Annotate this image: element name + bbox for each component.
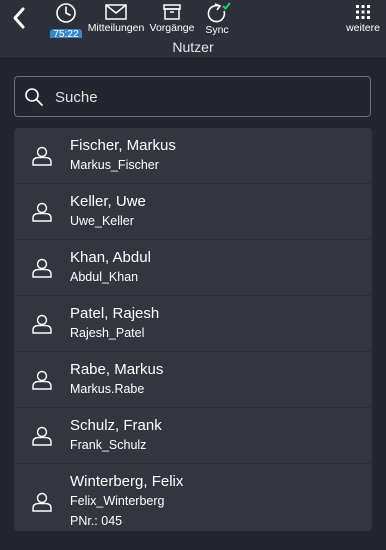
sync-icon bbox=[207, 2, 231, 23]
user-icon bbox=[32, 426, 52, 446]
page-title: Nutzer bbox=[0, 38, 386, 59]
top-toolbar: 75:22 Mitteilungen Vorgänge Sync weitere bbox=[0, 0, 386, 41]
more-button[interactable]: weitere bbox=[342, 0, 384, 38]
user-icon bbox=[32, 492, 52, 512]
sync-label: Sync bbox=[205, 24, 229, 36]
checkmark-icon bbox=[222, 2, 231, 10]
chevron-left-icon bbox=[13, 7, 25, 29]
user-login: Frank_Schulz bbox=[70, 438, 147, 452]
user-login: Felix_Winterberg bbox=[70, 494, 165, 508]
search-box[interactable] bbox=[14, 76, 371, 118]
user-icon bbox=[32, 146, 52, 166]
user-personnel-number: PNr.: 045 bbox=[70, 514, 123, 528]
user-name: Patel, Rajesh bbox=[70, 305, 160, 322]
back-button[interactable] bbox=[8, 5, 32, 31]
processes-label: Vorgänge bbox=[149, 22, 195, 34]
user-icon bbox=[32, 258, 52, 278]
messages-label: Mitteilungen bbox=[87, 22, 145, 34]
timer-button[interactable]: 75:22 bbox=[48, 0, 84, 41]
grid-icon bbox=[356, 5, 370, 19]
user-login: Rajesh_Patel bbox=[70, 326, 145, 340]
user-login: Markus.Rabe bbox=[70, 382, 145, 396]
user-login: Uwe_Keller bbox=[70, 214, 134, 228]
envelope-icon bbox=[105, 4, 127, 20]
list-item[interactable]: Khan, Abdul Abdul_Khan bbox=[14, 240, 372, 296]
user-name: Khan, Abdul bbox=[70, 249, 151, 266]
list-item[interactable]: Keller, Uwe Uwe_Keller bbox=[14, 184, 372, 240]
list-item[interactable]: Patel, Rajesh Rajesh_Patel bbox=[14, 296, 372, 352]
clock-icon bbox=[56, 3, 76, 23]
sync-button[interactable]: Sync bbox=[198, 0, 236, 38]
user-icon bbox=[32, 314, 52, 334]
list-item[interactable]: Winterberg, Felix Felix_Winterberg PNr.:… bbox=[14, 464, 372, 531]
processes-button[interactable]: Vorgänge bbox=[148, 0, 196, 38]
user-name: Keller, Uwe bbox=[70, 193, 146, 210]
user-list: Fischer, Markus Markus_Fischer Keller, U… bbox=[14, 128, 372, 531]
user-name: Fischer, Markus bbox=[70, 137, 176, 154]
user-icon bbox=[32, 370, 52, 390]
user-icon bbox=[32, 202, 52, 222]
user-login: Markus_Fischer bbox=[70, 158, 159, 172]
list-item[interactable]: Rabe, Markus Markus.Rabe bbox=[14, 352, 372, 408]
user-name: Rabe, Markus bbox=[70, 361, 164, 378]
user-login: Abdul_Khan bbox=[70, 270, 139, 284]
list-item[interactable]: Schulz, Frank Frank_Schulz bbox=[14, 408, 372, 464]
search-input[interactable] bbox=[53, 77, 357, 118]
search-icon bbox=[25, 88, 43, 106]
user-name: Schulz, Frank bbox=[70, 417, 162, 434]
messages-button[interactable]: Mitteilungen bbox=[86, 0, 146, 38]
more-label: weitere bbox=[346, 22, 380, 34]
list-item[interactable]: Fischer, Markus Markus_Fischer bbox=[14, 128, 372, 184]
archive-box-icon bbox=[163, 4, 181, 20]
user-name: Winterberg, Felix bbox=[70, 473, 184, 490]
